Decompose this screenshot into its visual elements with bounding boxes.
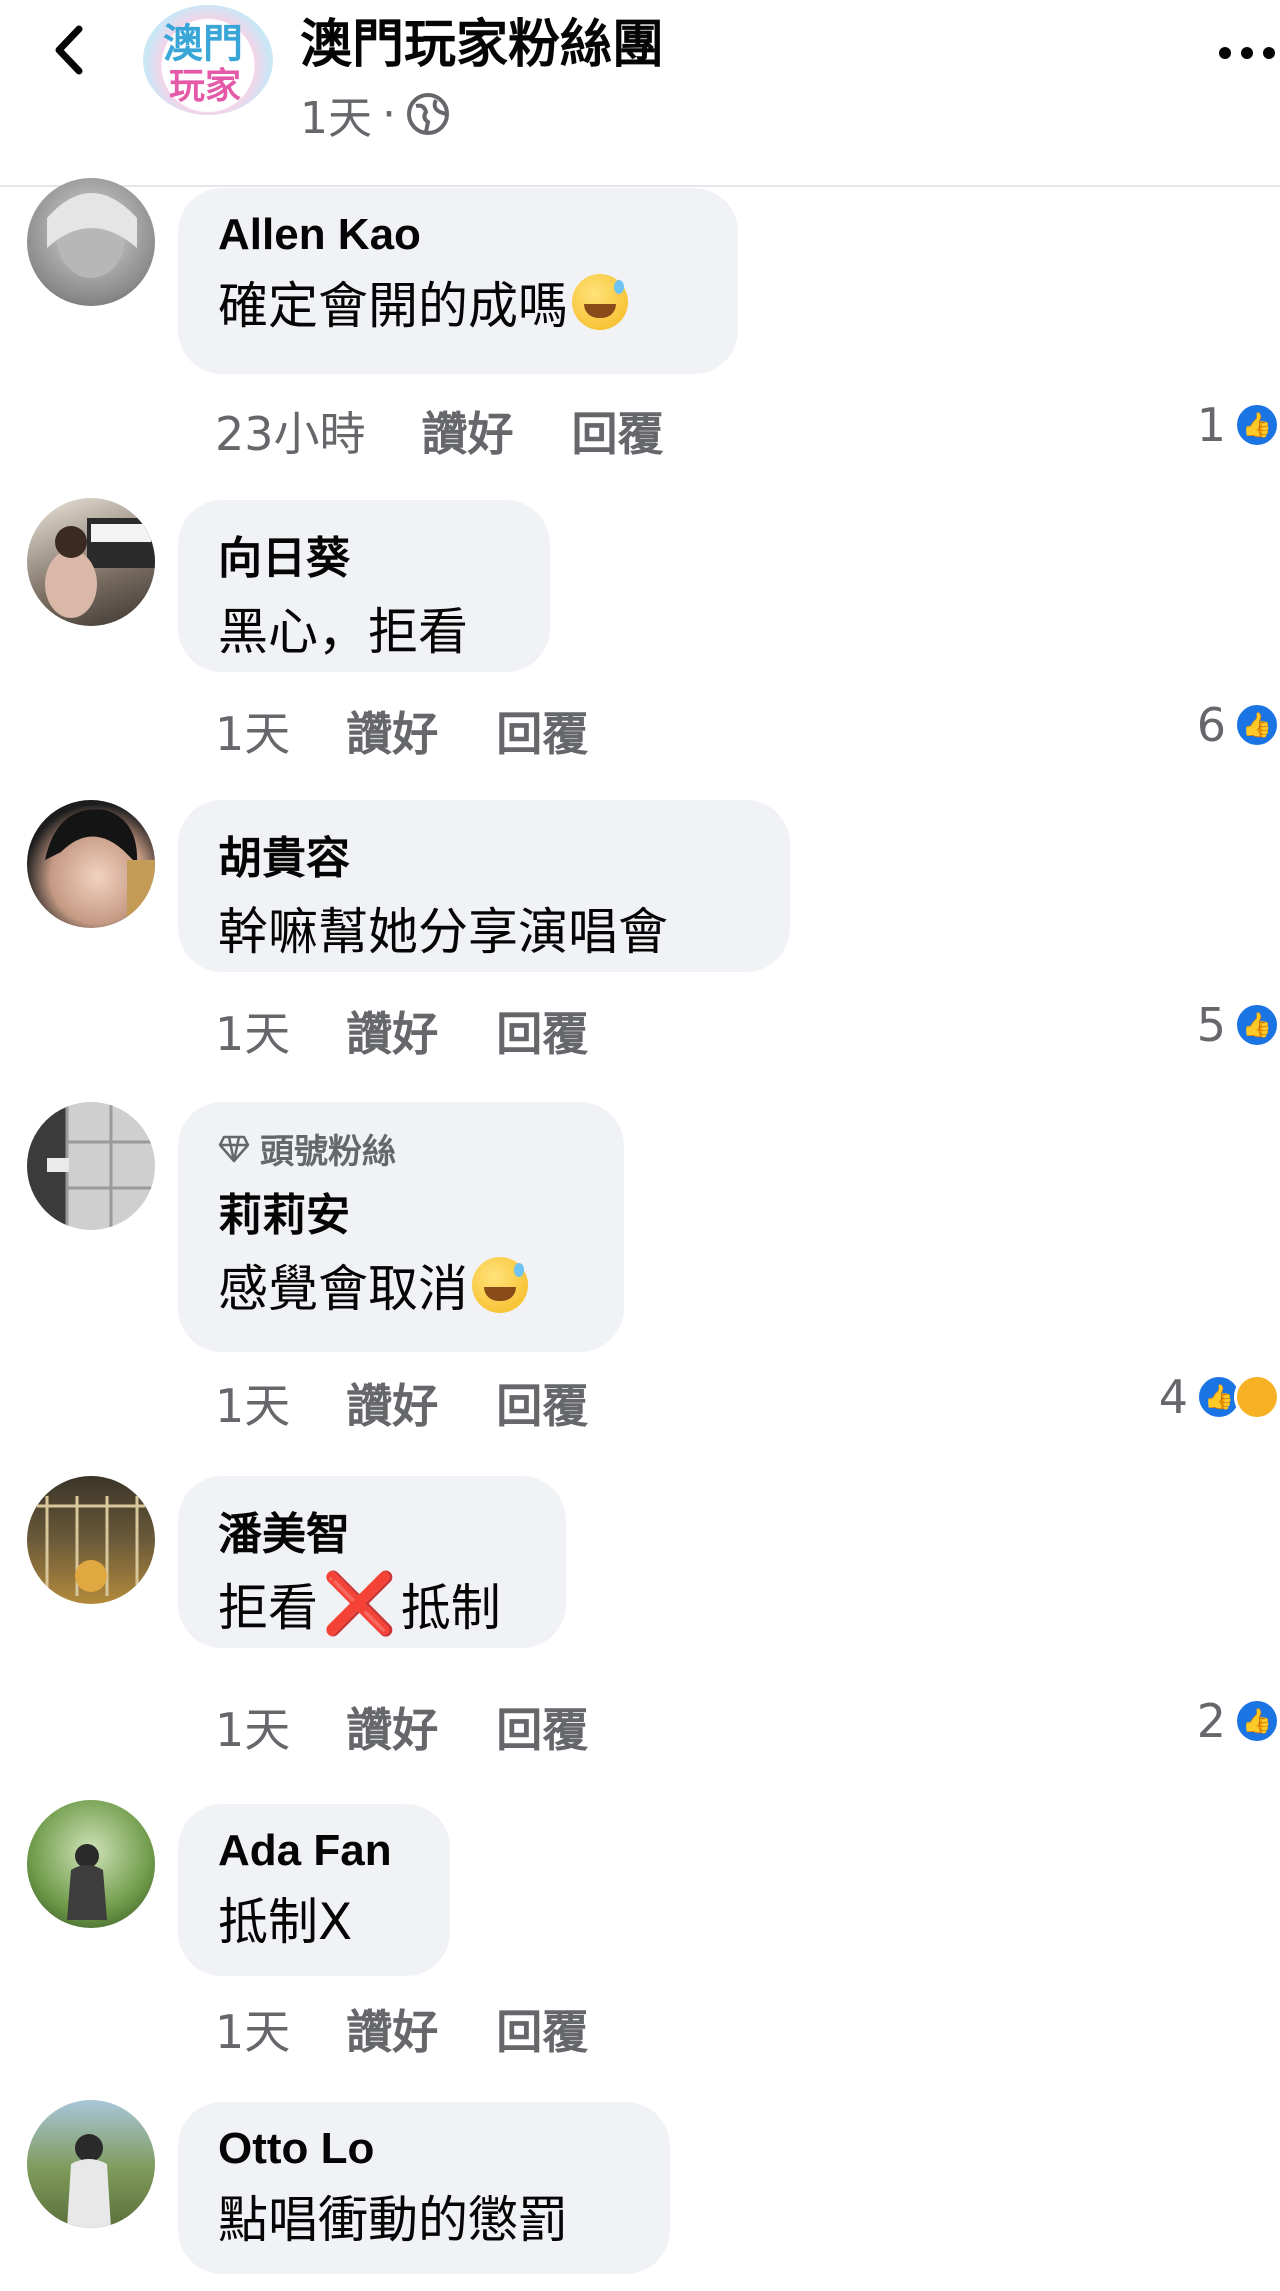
- reaction-count: 6: [1196, 698, 1226, 752]
- avatar[interactable]: [27, 1800, 155, 1928]
- more-dots-icon: [1219, 47, 1275, 59]
- avatar[interactable]: [27, 2100, 155, 2228]
- grinning-sweat-emoji-icon: [472, 1257, 528, 1313]
- like-button[interactable]: 讚好: [346, 698, 438, 764]
- like-button[interactable]: 讚好: [346, 998, 438, 1064]
- globe-icon: [407, 93, 449, 135]
- comment-text: 抵制X: [218, 1893, 353, 1951]
- avatar[interactable]: [27, 178, 155, 306]
- comment-time[interactable]: 23小時: [215, 398, 366, 464]
- reaction-summary[interactable]: 2 👍: [1197, 1694, 1280, 1748]
- avatar[interactable]: [27, 1102, 155, 1230]
- comment-author[interactable]: 莉莉安: [218, 1179, 584, 1243]
- avatar[interactable]: [27, 1476, 155, 1604]
- like-button[interactable]: 讚好: [422, 398, 514, 464]
- reaction-summary[interactable]: 5 👍: [1197, 998, 1280, 1052]
- comment-actions: 1天 讚好 回覆: [215, 998, 588, 1064]
- back-button[interactable]: [38, 20, 98, 80]
- post-meta: 1天 ·: [300, 82, 450, 146]
- reply-button[interactable]: 回覆: [496, 1694, 588, 1760]
- comment-bubble[interactable]: 頭號粉絲 莉莉安 感覺會取消: [178, 1102, 624, 1352]
- comment-time[interactable]: 1天: [215, 998, 290, 1064]
- red-x-icon: ❌: [322, 1569, 397, 1639]
- like-button[interactable]: 讚好: [346, 1694, 438, 1760]
- comment-author[interactable]: Allen Kao: [218, 210, 698, 260]
- comment-bubble[interactable]: Allen Kao 確定會開的成嗎: [178, 188, 738, 374]
- comment-actions: 1天 讚好 回覆: [215, 1996, 588, 2062]
- comment-bubble[interactable]: Otto Lo 點唱衝動的懲罰: [178, 2102, 670, 2274]
- comment-text: 拒看 ❌ 抵制: [218, 1569, 501, 1639]
- like-button[interactable]: 讚好: [346, 1370, 438, 1436]
- logo-text-bottom: 玩家: [169, 66, 242, 107]
- grinning-sweat-emoji-icon: [572, 274, 628, 330]
- like-reaction-icon: 👍: [1234, 1002, 1280, 1048]
- comment-text: 感覺會取消: [218, 1249, 584, 1321]
- post-header: 澳門 玩家 澳門玩家粉絲團 1天 ·: [0, 0, 1280, 187]
- reaction-count: 1: [1196, 398, 1226, 452]
- comment-author[interactable]: Ada Fan: [218, 1826, 410, 1876]
- comment-bubble[interactable]: 潘美智 拒看 ❌ 抵制: [178, 1476, 566, 1648]
- reaction-summary[interactable]: 6 👍: [1197, 698, 1280, 752]
- comment-bubble[interactable]: 胡貴容 幹嘛幫她分享演唱會: [178, 800, 790, 972]
- reply-button[interactable]: 回覆: [496, 1996, 588, 2062]
- haha-reaction-icon: [1234, 1374, 1280, 1420]
- comment-author[interactable]: Otto Lo: [218, 2124, 630, 2174]
- reaction-summary[interactable]: 4 👍: [1159, 1370, 1280, 1424]
- comment-author[interactable]: 胡貴容: [218, 822, 750, 886]
- reaction-summary[interactable]: 1 👍: [1197, 398, 1280, 452]
- group-name[interactable]: 澳門玩家粉絲團: [300, 2, 664, 77]
- comment-time[interactable]: 1天: [215, 698, 290, 764]
- reaction-count: 2: [1196, 1694, 1226, 1748]
- badge-label: 頭號粉絲: [260, 1132, 396, 1172]
- comment-text: 確定會開的成嗎: [218, 266, 698, 338]
- comment-author[interactable]: 向日葵: [218, 522, 510, 586]
- like-button[interactable]: 讚好: [346, 1996, 438, 2062]
- group-avatar[interactable]: 澳門 玩家: [143, 5, 273, 115]
- comment-text: 幹嘛幫她分享演唱會: [218, 903, 668, 961]
- comment-actions: 23小時 讚好 回覆: [215, 398, 664, 464]
- reply-button[interactable]: 回覆: [496, 698, 588, 764]
- reaction-count: 5: [1196, 998, 1226, 1052]
- top-fan-badge: 頭號粉絲: [218, 1124, 584, 1173]
- reply-button[interactable]: 回覆: [496, 998, 588, 1064]
- comment-text: 黑心，拒看: [218, 603, 468, 661]
- reply-button[interactable]: 回覆: [496, 1370, 588, 1436]
- comment-text: 點唱衝動的懲罰: [218, 2191, 568, 2249]
- chevron-left-icon: [55, 25, 83, 75]
- avatar[interactable]: [27, 800, 155, 928]
- comment-time[interactable]: 1天: [215, 1694, 290, 1760]
- diamond-icon: [218, 1135, 250, 1162]
- reply-button[interactable]: 回覆: [572, 398, 664, 464]
- like-reaction-icon: 👍: [1234, 402, 1280, 448]
- comment-actions: 1天 讚好 回覆: [215, 1370, 588, 1436]
- comment-bubble[interactable]: 向日葵 黑心，拒看: [178, 500, 550, 672]
- comment-actions: 1天 讚好 回覆: [215, 1694, 588, 1760]
- comment-time[interactable]: 1天: [215, 1996, 290, 2062]
- comment-author[interactable]: 潘美智: [218, 1498, 526, 1562]
- meta-separator: ·: [382, 88, 396, 140]
- reaction-count: 4: [1158, 1370, 1188, 1424]
- comment-time[interactable]: 1天: [215, 1370, 290, 1436]
- like-reaction-icon: 👍: [1234, 1698, 1280, 1744]
- comment-bubble[interactable]: Ada Fan 抵制X: [178, 1804, 450, 1976]
- like-reaction-icon: 👍: [1234, 702, 1280, 748]
- avatar[interactable]: [27, 498, 155, 626]
- more-options-button[interactable]: [1206, 28, 1280, 78]
- comment-actions: 1天 讚好 回覆: [215, 698, 588, 764]
- post-time[interactable]: 1天: [300, 82, 372, 146]
